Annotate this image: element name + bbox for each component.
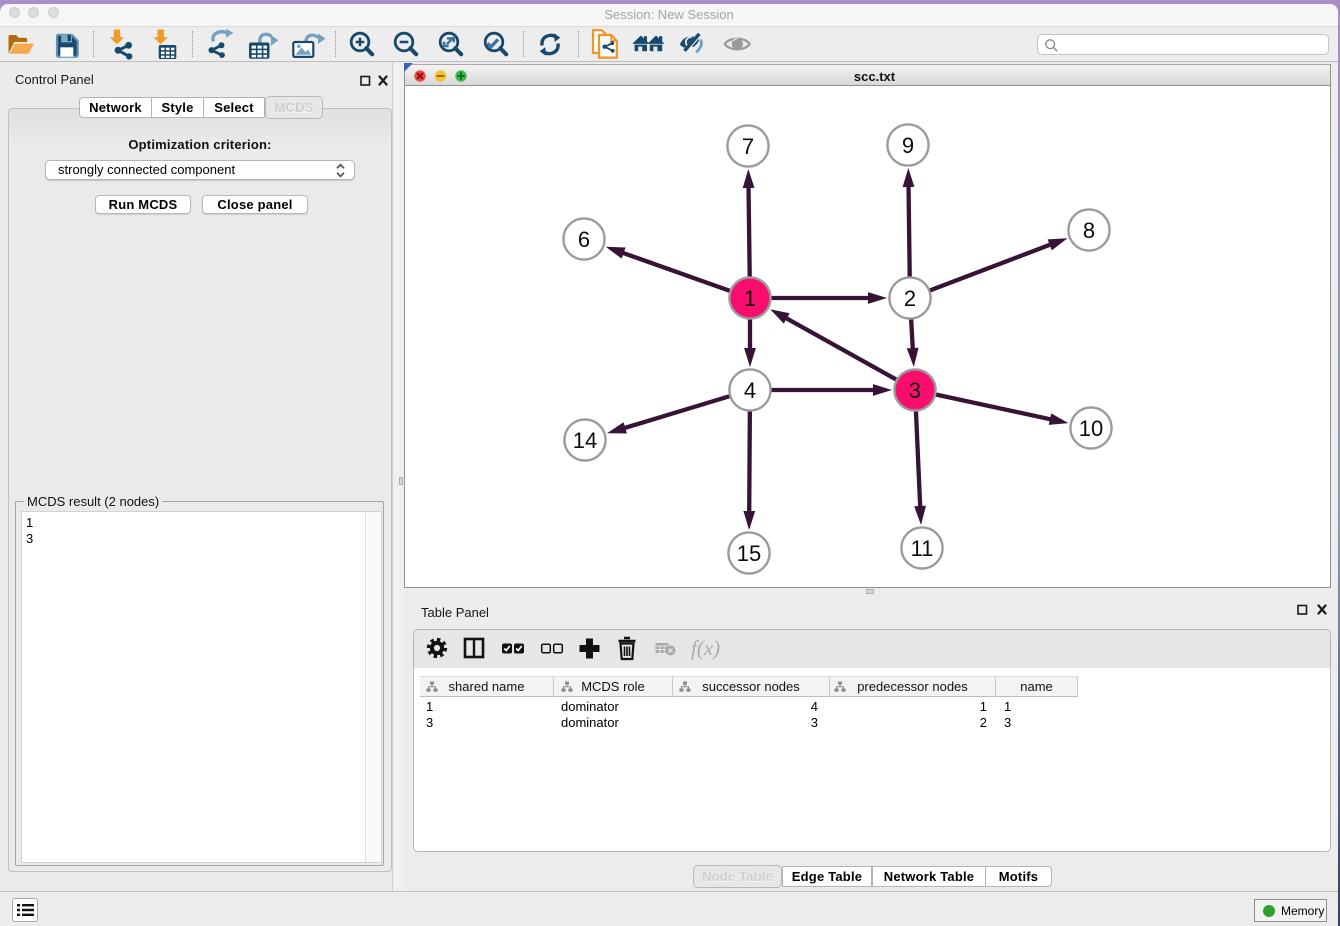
svg-text:4: 4	[744, 378, 756, 403]
svg-text:8: 8	[1083, 218, 1095, 243]
svg-text:11: 11	[911, 536, 934, 561]
svg-text:14: 14	[573, 428, 597, 453]
svg-text:6: 6	[578, 227, 590, 252]
svg-text:15: 15	[737, 541, 761, 566]
svg-text:3: 3	[909, 378, 921, 403]
svg-text:10: 10	[1079, 416, 1103, 441]
svg-text:1: 1	[744, 286, 756, 311]
svg-text:7: 7	[742, 134, 754, 159]
svg-text:9: 9	[902, 133, 914, 158]
svg-text:2: 2	[904, 286, 916, 311]
